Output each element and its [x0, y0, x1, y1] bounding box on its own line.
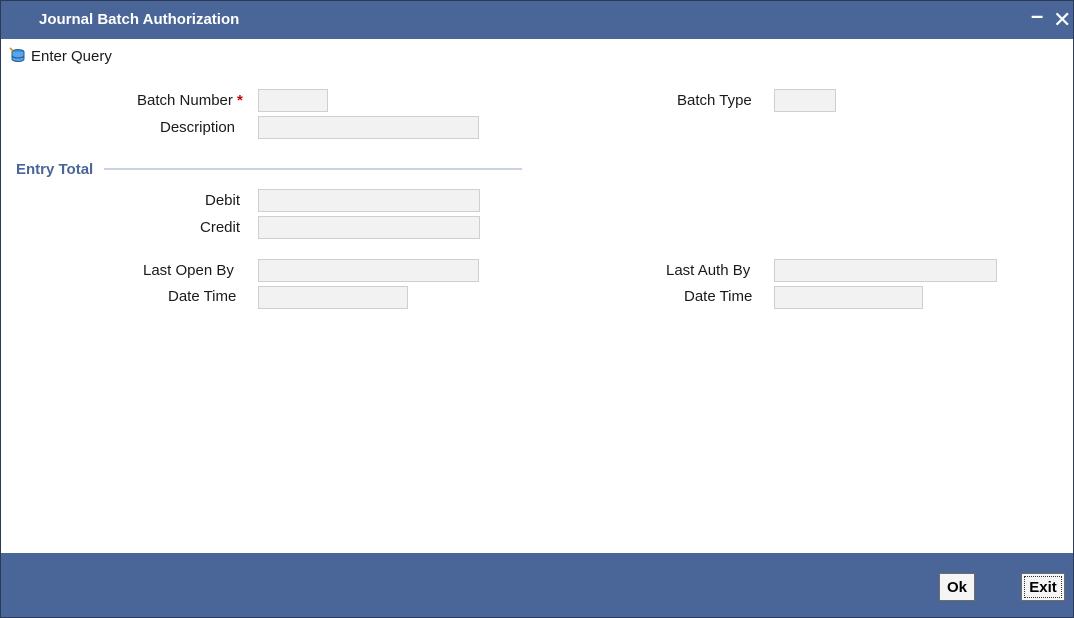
last-open-date-time-input[interactable]: [258, 286, 408, 309]
ok-button[interactable]: Ok: [939, 573, 975, 601]
last-auth-by-input[interactable]: [774, 259, 997, 282]
section-divider: [104, 168, 522, 170]
batch-type-label: Batch Type: [677, 92, 752, 109]
credit-label: Credit: [200, 219, 241, 236]
description-label: Description: [160, 119, 236, 136]
last-open-date-time-label: Date Time: [168, 288, 237, 305]
footer-bar: Ok Exit: [1, 553, 1073, 617]
required-marker: *: [237, 92, 243, 109]
batch-number-label: Batch Number *: [137, 92, 243, 109]
batch-number-input[interactable]: [258, 89, 328, 112]
form-area: Batch Number * Batch Type Description En…: [1, 1, 1073, 617]
last-auth-date-time-label: Date Time: [684, 288, 753, 305]
debit-input[interactable]: [258, 189, 480, 212]
last-auth-date-time-input[interactable]: [774, 286, 923, 309]
exit-button[interactable]: Exit: [1021, 573, 1065, 601]
entry-total-section-title: Entry Total: [16, 161, 94, 178]
last-open-by-label: Last Open By: [143, 262, 234, 279]
last-open-by-input[interactable]: [258, 259, 479, 282]
batch-number-label-text: Batch Number: [137, 92, 233, 109]
batch-type-input[interactable]: [774, 89, 836, 112]
journal-batch-authorization-window: Journal Batch Authorization – ✕ Enter Qu…: [0, 0, 1074, 618]
credit-input[interactable]: [258, 216, 480, 239]
last-auth-by-label: Last Auth By: [666, 262, 751, 279]
description-input[interactable]: [258, 116, 479, 139]
debit-label: Debit: [205, 192, 241, 209]
